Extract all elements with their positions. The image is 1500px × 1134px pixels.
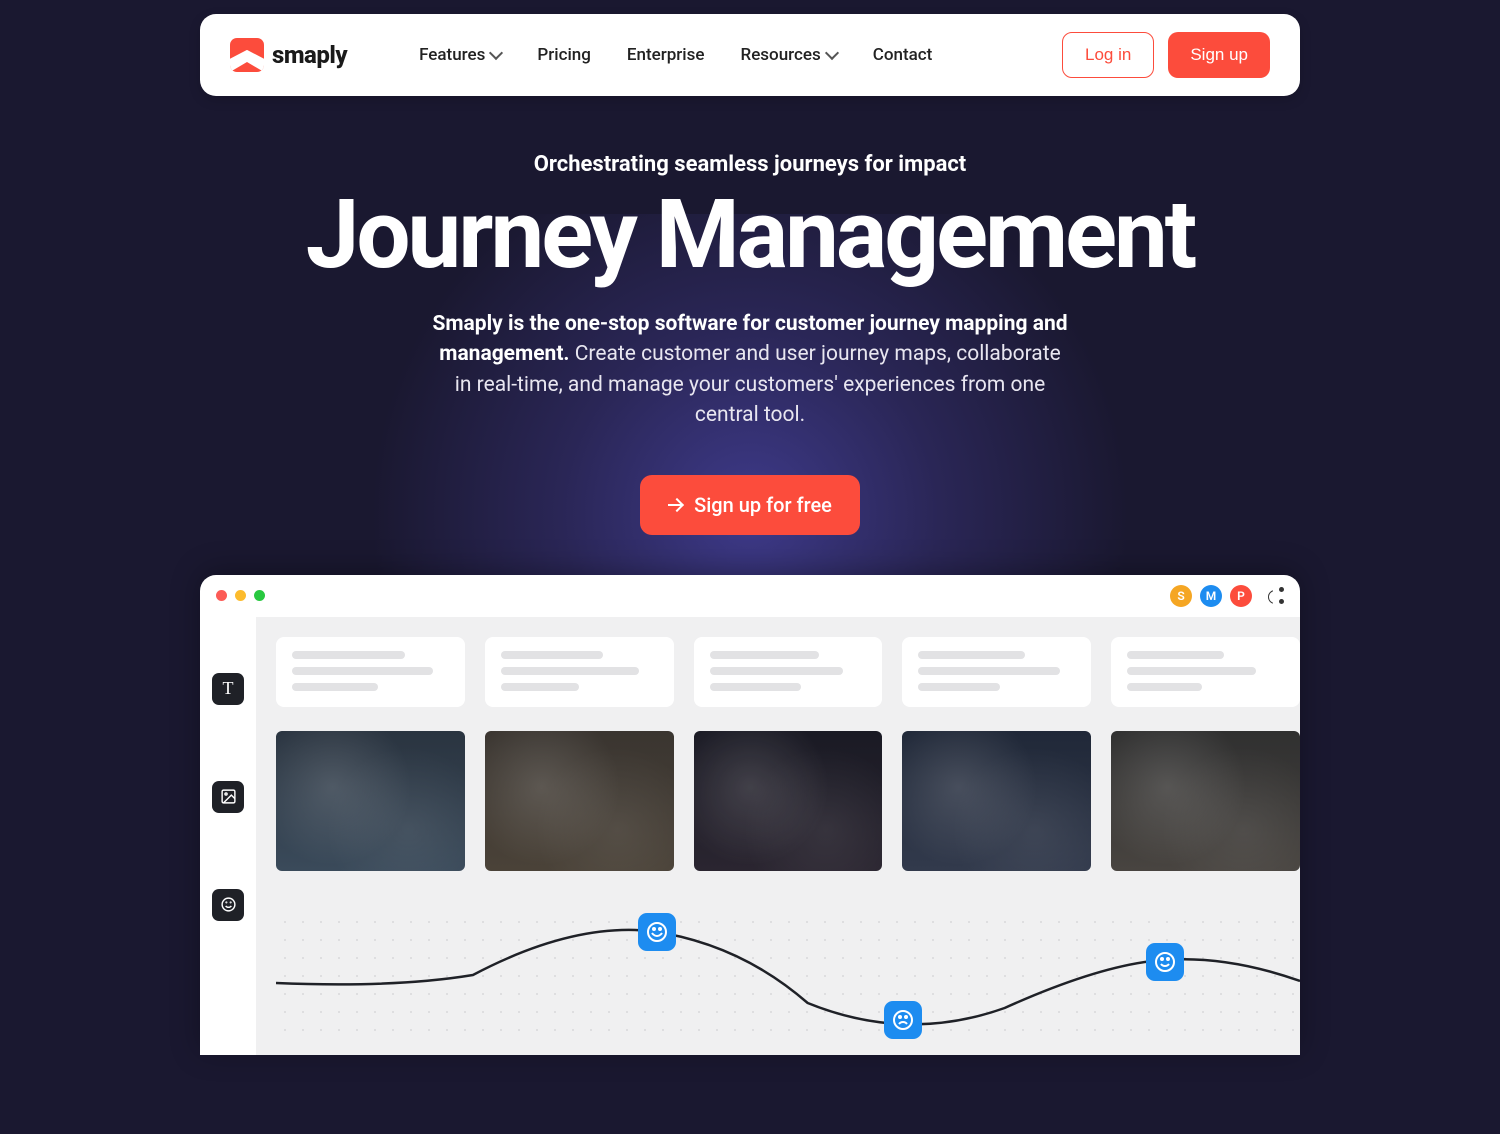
avatar[interactable]: M: [1200, 585, 1222, 607]
emotion-tool-button[interactable]: [212, 889, 244, 921]
window-titlebar: S M P: [200, 575, 1300, 617]
journey-image[interactable]: [694, 731, 883, 871]
stage-row: [276, 637, 1300, 707]
nav-items: Features Pricing Enterprise Resources Co…: [419, 45, 932, 65]
tool-rail: T: [200, 617, 256, 1055]
journey-canvas: T: [200, 617, 1300, 1055]
chevron-down-icon: [489, 46, 503, 60]
journey-image[interactable]: [276, 731, 465, 871]
hero: Orchestrating seamless journeys for impa…: [250, 152, 1250, 535]
image-icon: [220, 788, 237, 805]
stage-card[interactable]: [1111, 637, 1300, 707]
stage-card[interactable]: [276, 637, 465, 707]
emotion-node-sad[interactable]: [884, 1001, 922, 1039]
brand-name: smaply: [272, 41, 347, 69]
arrow-right-icon: [668, 497, 684, 513]
login-button[interactable]: Log in: [1062, 32, 1154, 78]
journey-image[interactable]: [485, 731, 674, 871]
share-icon[interactable]: [1266, 587, 1284, 605]
chevron-down-icon: [825, 46, 839, 60]
avatar[interactable]: P: [1230, 585, 1252, 607]
emotion-node-happy[interactable]: [638, 913, 676, 951]
text-tool-button[interactable]: T: [212, 673, 244, 705]
app-preview-window: S M P T: [200, 575, 1300, 1055]
nav-cta-group: Log in Sign up: [1062, 32, 1270, 78]
nav-enterprise[interactable]: Enterprise: [627, 45, 705, 65]
top-nav: smaply Features Pricing Enterprise Resou…: [200, 14, 1300, 96]
avatar[interactable]: S: [1170, 585, 1192, 607]
signup-free-button[interactable]: Sign up for free: [640, 475, 860, 535]
image-tool-button[interactable]: [212, 781, 244, 813]
titlebar-right: S M P: [1170, 585, 1284, 607]
nav-features[interactable]: Features: [419, 45, 501, 65]
journey-image[interactable]: [902, 731, 1091, 871]
stage-card[interactable]: [694, 637, 883, 707]
emotion-icon: [220, 896, 237, 913]
emotion-node-neutral[interactable]: [1146, 943, 1184, 981]
journey-board[interactable]: [256, 617, 1300, 1055]
nav-pricing[interactable]: Pricing: [537, 45, 591, 65]
traffic-yellow-icon: [235, 590, 246, 601]
traffic-red-icon: [216, 590, 227, 601]
stage-card[interactable]: [485, 637, 674, 707]
nav-resources[interactable]: Resources: [741, 45, 837, 65]
logo[interactable]: smaply: [230, 38, 347, 72]
logo-mark-icon: [230, 38, 264, 72]
hero-tagline: Orchestrating seamless journeys for impa…: [250, 152, 1250, 177]
traffic-green-icon: [254, 590, 265, 601]
stage-card[interactable]: [902, 637, 1091, 707]
signup-button[interactable]: Sign up: [1168, 32, 1270, 78]
emotion-row: [276, 913, 1300, 1033]
image-row: [276, 731, 1300, 871]
hero-subtext: Smaply is the one-stop software for cust…: [430, 309, 1070, 431]
nav-contact[interactable]: Contact: [873, 45, 933, 65]
hero-headline: Journey Management: [250, 187, 1250, 285]
journey-image[interactable]: [1111, 731, 1300, 871]
